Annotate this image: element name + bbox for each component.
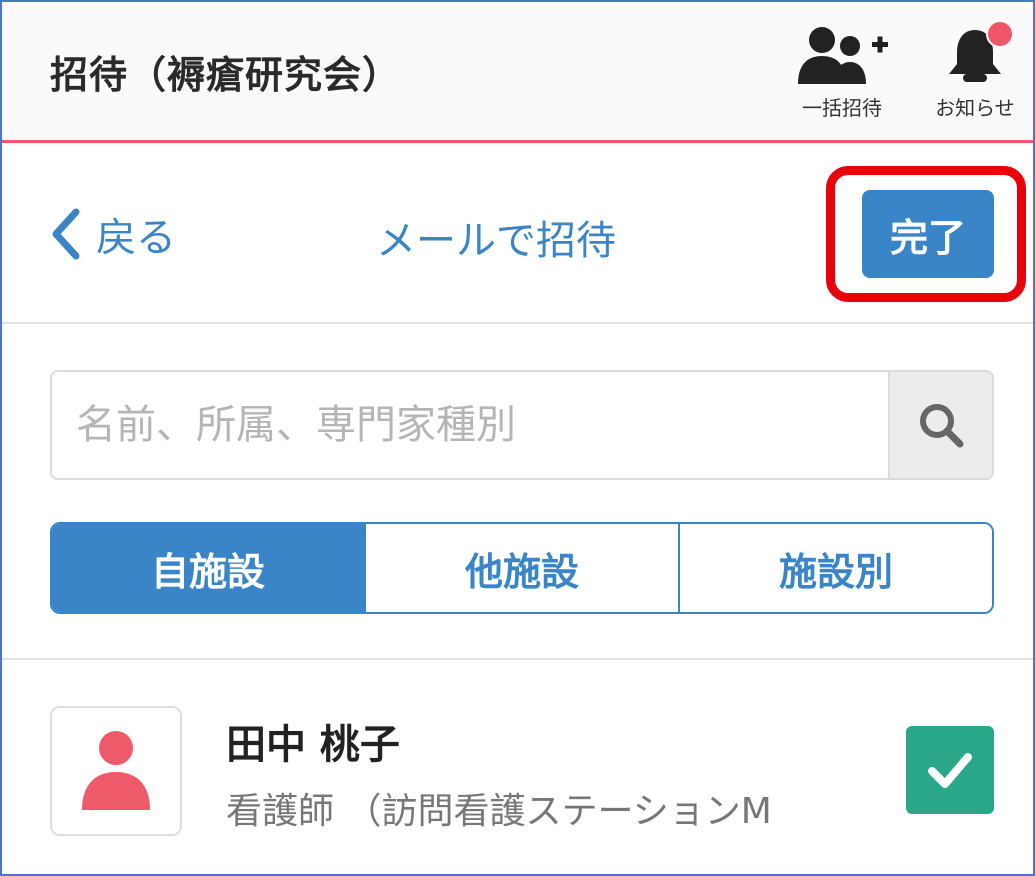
member-checkbox[interactable]: [906, 726, 994, 814]
person-icon: [82, 731, 150, 810]
member-detail: 看護師 （訪問看護ステーションM: [226, 791, 772, 832]
notifications-label: お知らせ: [935, 96, 1015, 120]
search-icon: [920, 404, 964, 448]
search-box: [50, 370, 994, 480]
tab-by-facility[interactable]: 施設別: [680, 524, 992, 612]
search-input[interactable]: [52, 372, 890, 478]
back-label: 戻る: [96, 215, 176, 261]
bulk-invite-button[interactable]: 一括招待: [787, 24, 897, 129]
notification-badge: [986, 20, 1014, 48]
list-item[interactable]: 田中 桃子 看護師 （訪問看護ステーションM: [2, 662, 1033, 874]
app-frame: 招待（褥瘡研究会） 一括招待 お知らせ 戻る メールで招待 完了 名前、所属、専…: [0, 0, 1035, 876]
app-header: 招待（褥瘡研究会） 一括招待 お知らせ: [2, 2, 1033, 143]
checkmark-icon: [928, 753, 972, 788]
notifications-button[interactable]: お知らせ: [920, 20, 1030, 129]
avatar: [50, 706, 182, 836]
done-button[interactable]: 完了: [862, 190, 994, 278]
add-users-icon: [798, 27, 888, 84]
chevron-left-icon: [52, 208, 80, 260]
page-title: 招待（褥瘡研究会）: [50, 53, 402, 97]
bulk-invite-label: 一括招待: [802, 96, 882, 120]
back-button[interactable]: 戻る: [48, 202, 176, 266]
nav-title: メールで招待: [376, 218, 616, 264]
nav-bar: 戻る メールで招待 完了: [2, 146, 1033, 324]
facility-tabs: 自施設 他施設 施設別: [50, 522, 994, 614]
tab-other-facility[interactable]: 他施設: [366, 524, 680, 612]
divider: [2, 658, 1033, 660]
member-name: 田中 桃子: [226, 722, 400, 768]
tab-own-facility[interactable]: 自施設: [52, 524, 366, 612]
search-button[interactable]: [888, 372, 992, 478]
